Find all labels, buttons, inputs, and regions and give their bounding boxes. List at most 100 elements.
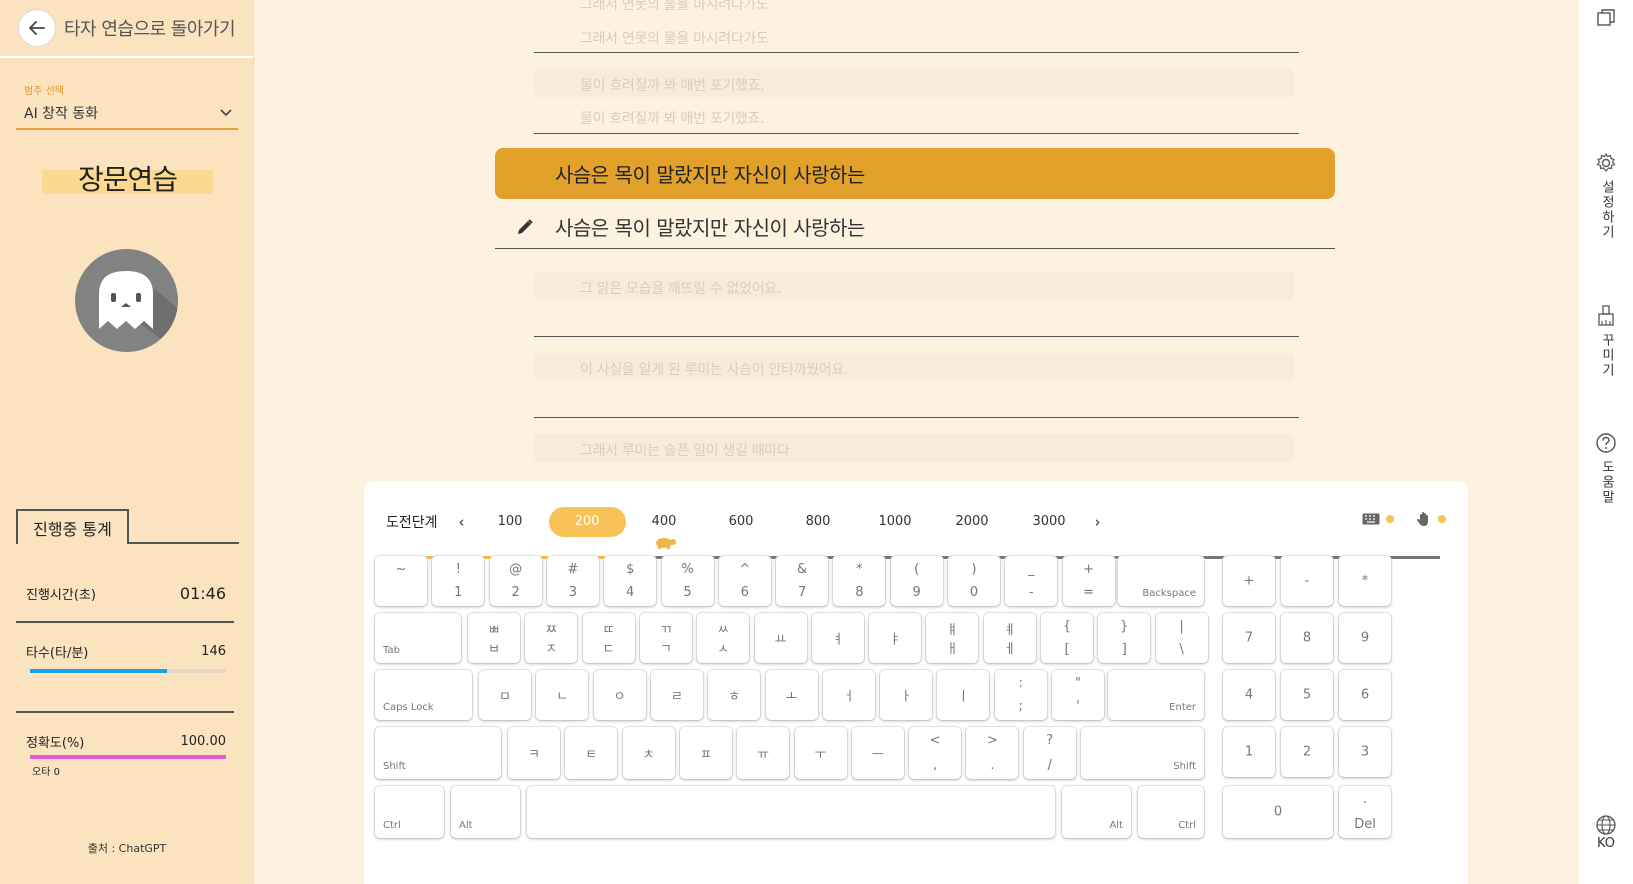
level-option[interactable]: 600	[703, 507, 780, 537]
key[interactable]: + =	[1062, 556, 1115, 606]
numpad-key[interactable]: 7	[1223, 613, 1275, 663]
key[interactable]: ㅕ	[811, 613, 864, 663]
key[interactable]: " '	[1052, 670, 1104, 720]
language-button[interactable]: KO	[1579, 814, 1633, 851]
numpad-key[interactable]: 6	[1339, 670, 1391, 720]
ctrl-right-key[interactable]: Ctrl	[1138, 786, 1204, 838]
tab-key[interactable]: Tab	[375, 613, 461, 663]
key[interactable]: ㅁ	[479, 670, 531, 720]
accuracy-value: 100.00	[180, 734, 227, 749]
key[interactable]: ㅠ	[737, 727, 790, 779]
alt-right-key[interactable]: Alt	[1062, 786, 1131, 838]
capslock-key[interactable]: Caps Lock	[375, 670, 472, 720]
help-button[interactable]: 도움말	[1579, 432, 1633, 505]
back-label[interactable]: 타자 연습으로 돌아가기	[64, 15, 236, 41]
key[interactable]: % 5	[661, 556, 714, 606]
shift-left-key[interactable]: Shift	[375, 727, 501, 779]
typing-input[interactable]: 사슴은 목이 말랐지만 자신이 사랑하는	[495, 205, 1335, 249]
numpad-key[interactable]: 3	[1339, 727, 1391, 777]
level-prev-button[interactable]: ‹	[452, 513, 472, 531]
key[interactable]: ㅌ	[565, 727, 618, 779]
space-key[interactable]	[527, 786, 1055, 838]
level-option[interactable]: 200	[548, 507, 626, 537]
hand-icon[interactable]	[1416, 511, 1432, 527]
key[interactable]: _ -	[1005, 556, 1058, 606]
level-option[interactable]: 100	[472, 507, 549, 537]
stats-tab: 진행중 통계	[16, 509, 129, 544]
key[interactable]: ㅜ	[794, 727, 847, 779]
key[interactable]: <,	[909, 727, 962, 779]
back-button[interactable]	[18, 9, 56, 47]
key[interactable]: }]	[1098, 613, 1151, 663]
key-label: ㄹ	[670, 689, 683, 705]
alt-left-key[interactable]: Alt	[451, 786, 520, 838]
numpad-key[interactable]: 9	[1339, 613, 1391, 663]
numpad-key[interactable]: 2	[1281, 727, 1333, 777]
back-row[interactable]: 타자 연습으로 돌아가기	[0, 0, 253, 58]
numpad-key[interactable]: 4	[1223, 670, 1275, 720]
key-label: ㅉ	[545, 623, 558, 638]
level-option[interactable]: 2000	[934, 507, 1011, 537]
key[interactable]: ㅋ	[508, 727, 560, 779]
key[interactable]: (9	[890, 556, 943, 606]
key[interactable]: {[	[1041, 613, 1093, 663]
key[interactable]: ㅓ	[822, 670, 875, 720]
numpad-del-key[interactable]: . Del	[1339, 786, 1391, 838]
key[interactable]: * 8	[833, 556, 886, 606]
key[interactable]: & 7	[776, 556, 829, 606]
key[interactable]: >.	[966, 727, 1019, 779]
key[interactable]: ) 0	[948, 556, 1000, 606]
key[interactable]: ! 1	[432, 556, 485, 606]
key[interactable]: ㅡ	[851, 727, 904, 779]
shift-right-key[interactable]: Shift	[1081, 727, 1204, 779]
key[interactable]: ^ 6	[718, 556, 771, 606]
key[interactable]: ㄲㄱ	[639, 613, 692, 663]
key[interactable]: @2	[489, 556, 542, 606]
key[interactable]: :;	[994, 670, 1047, 720]
backspace-key[interactable]: Backspace	[1118, 556, 1204, 606]
level-option[interactable]: 3000	[1011, 507, 1088, 537]
key[interactable]: #3	[546, 556, 599, 606]
key[interactable]: ㅗ	[765, 670, 818, 720]
numpad-key[interactable]: +	[1223, 556, 1275, 606]
key[interactable]: ㅊ	[622, 727, 675, 779]
window-toggle[interactable]	[1579, 8, 1633, 28]
level-option[interactable]: 800	[780, 507, 857, 537]
key[interactable]: ㅎ	[708, 670, 761, 720]
key[interactable]: ㅆㅅ	[697, 613, 750, 663]
settings-button[interactable]: 설정하기	[1579, 152, 1633, 240]
numpad-key[interactable]: 8	[1281, 613, 1333, 663]
level-next-button[interactable]: ›	[1088, 513, 1108, 531]
key-label: )	[971, 562, 977, 577]
key[interactable]: ㅃㅂ	[468, 613, 520, 663]
key[interactable]: ~	[375, 556, 427, 606]
numpad-key[interactable]: 5	[1281, 670, 1333, 720]
key[interactable]: ㅖㅔ	[983, 613, 1036, 663]
key[interactable]: ? /	[1023, 727, 1076, 779]
numpad-key[interactable]: 1	[1223, 727, 1275, 777]
category-select[interactable]: AI 창작 동화	[16, 98, 238, 130]
key[interactable]: ㅇ	[593, 670, 646, 720]
level-option[interactable]: 1000	[857, 507, 934, 537]
level-option[interactable]: 400	[626, 507, 703, 537]
decorate-button[interactable]: 꾸미기	[1579, 305, 1633, 378]
key[interactable]: ㅣ	[937, 670, 990, 720]
key[interactable]: ㅉㅈ	[525, 613, 578, 663]
key[interactable]: $4	[604, 556, 657, 606]
key[interactable]: ㅛ	[754, 613, 807, 663]
key[interactable]: ㄹ	[650, 670, 703, 720]
numpad-key[interactable]: -	[1281, 556, 1333, 606]
gear-icon	[1596, 152, 1616, 172]
key[interactable]: | \	[1155, 613, 1208, 663]
key[interactable]: ㅏ	[880, 670, 933, 720]
numpad-key[interactable]: *	[1339, 556, 1391, 606]
keyboard-icon[interactable]	[1362, 513, 1380, 525]
key[interactable]: ㄸㄷ	[582, 613, 635, 663]
key[interactable]: ㅒㅐ	[926, 613, 979, 663]
ctrl-left-key[interactable]: Ctrl	[375, 786, 444, 838]
enter-key[interactable]: Enter	[1108, 670, 1204, 720]
key[interactable]: ㄴ	[536, 670, 589, 720]
key[interactable]: ㅑ	[869, 613, 922, 663]
numpad-0-key[interactable]: 0	[1223, 786, 1333, 838]
key[interactable]: ㅍ	[679, 727, 732, 779]
